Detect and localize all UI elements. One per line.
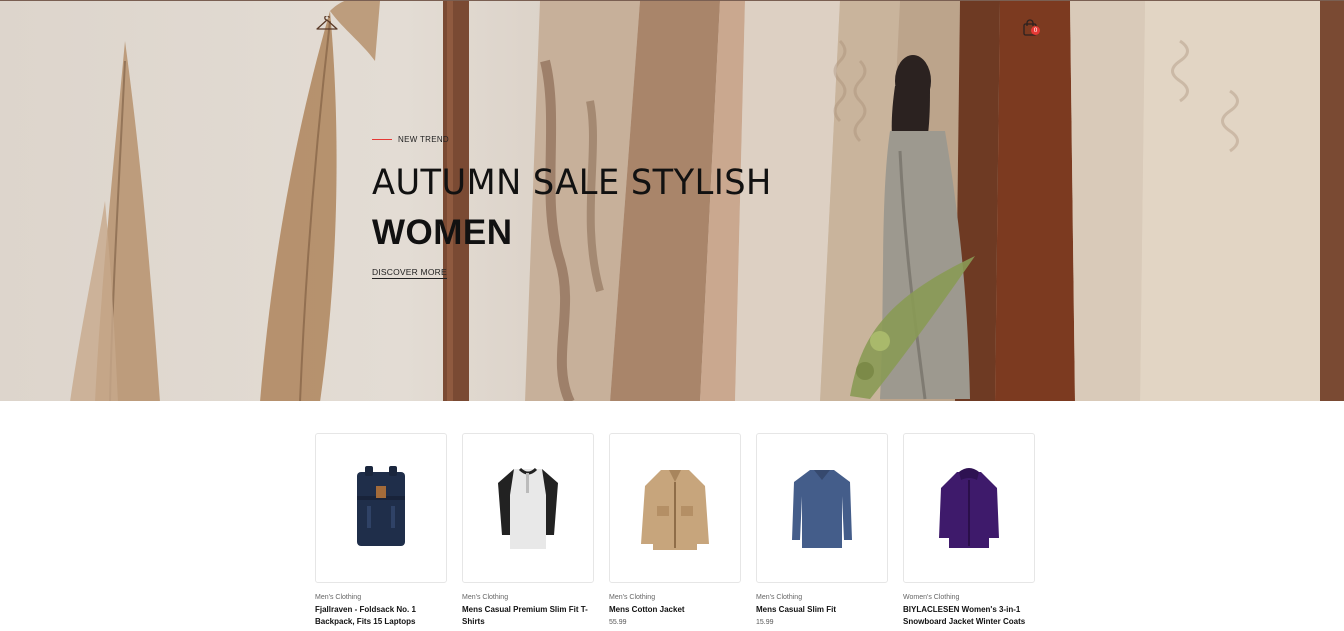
tshirt-icon (498, 467, 558, 549)
product-price: 55.99 (609, 619, 627, 626)
product-card[interactable]: Men's Clothing Mens Casual Premium Slim … (462, 433, 594, 631)
product-category: Men's Clothing (462, 594, 509, 601)
coat-icon (939, 468, 999, 548)
product-title[interactable]: Mens Casual Slim Fit (756, 604, 888, 616)
tagline-accent-line (372, 138, 392, 140)
hero-tagline: NEW TREND (398, 134, 449, 144)
product-card[interactable]: Women's Clothing BIYLACLESEN Women's 3-i… (903, 433, 1035, 631)
logo-hanger-icon[interactable] (313, 13, 341, 35)
product-category: Men's Clothing (315, 594, 362, 601)
product-image[interactable] (903, 433, 1035, 583)
hero-copy: NEW TREND AUTUMN SALE STYLISH WOMEN DISC… (372, 129, 792, 280)
jacket-icon (641, 470, 709, 550)
product-category: Men's Clothing (609, 594, 656, 601)
product-image[interactable] (756, 433, 888, 583)
cart-button[interactable]: 0 (1022, 19, 1044, 39)
longsleeve-icon (792, 470, 852, 548)
hero-headline-bold: WOMEN (372, 213, 513, 252)
product-image[interactable] (315, 433, 447, 583)
product-card[interactable]: Men's Clothing Mens Casual Slim Fit 15.9… (756, 433, 888, 631)
hanger-icon (316, 16, 338, 30)
hero-banner: 0 NEW TREND AUTUMN SALE STYLISH WOMEN DI… (0, 0, 1344, 401)
product-image[interactable] (462, 433, 594, 583)
product-title[interactable]: Fjallraven - Foldsack No. 1 Backpack, Fi… (315, 604, 447, 628)
backpack-icon (357, 466, 405, 546)
product-image[interactable] (609, 433, 741, 583)
product-price: 15.99 (756, 619, 774, 626)
product-category: Women's Clothing (903, 594, 960, 601)
product-grid: Men's Clothing Fjallraven - Foldsack No.… (315, 433, 1035, 631)
product-category: Men's Clothing (756, 594, 803, 601)
hero-headline: AUTUMN SALE STYLISH (372, 163, 772, 203)
product-title[interactable]: Mens Casual Premium Slim Fit T-Shirts (462, 604, 594, 628)
product-title[interactable]: BIYLACLESEN Women's 3-in-1 Snowboard Jac… (903, 604, 1035, 628)
product-card[interactable]: Men's Clothing Fjallraven - Foldsack No.… (315, 433, 447, 631)
tagline-row: NEW TREND (372, 129, 792, 149)
cart-count-badge: 0 (1031, 26, 1040, 35)
product-card[interactable]: Men's Clothing Mens Cotton Jacket 55.99 (609, 433, 741, 631)
discover-more-link[interactable]: DISCOVER MORE (372, 267, 447, 279)
product-title[interactable]: Mens Cotton Jacket (609, 604, 741, 616)
